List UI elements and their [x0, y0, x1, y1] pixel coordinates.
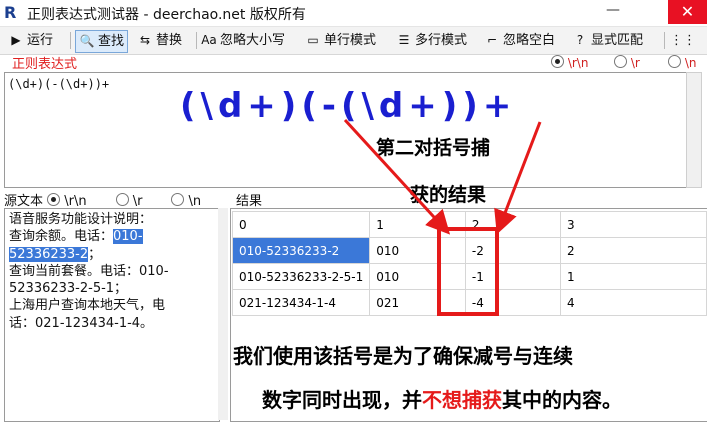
explanation-line-1: 我们使用该括号是为了确保减号与连续: [233, 344, 573, 368]
arrow-right: [494, 121, 542, 235]
arrow-left: [343, 118, 451, 235]
explanation-line-2: 数字同时出现，并不想捕获其中的内容。: [262, 388, 622, 412]
